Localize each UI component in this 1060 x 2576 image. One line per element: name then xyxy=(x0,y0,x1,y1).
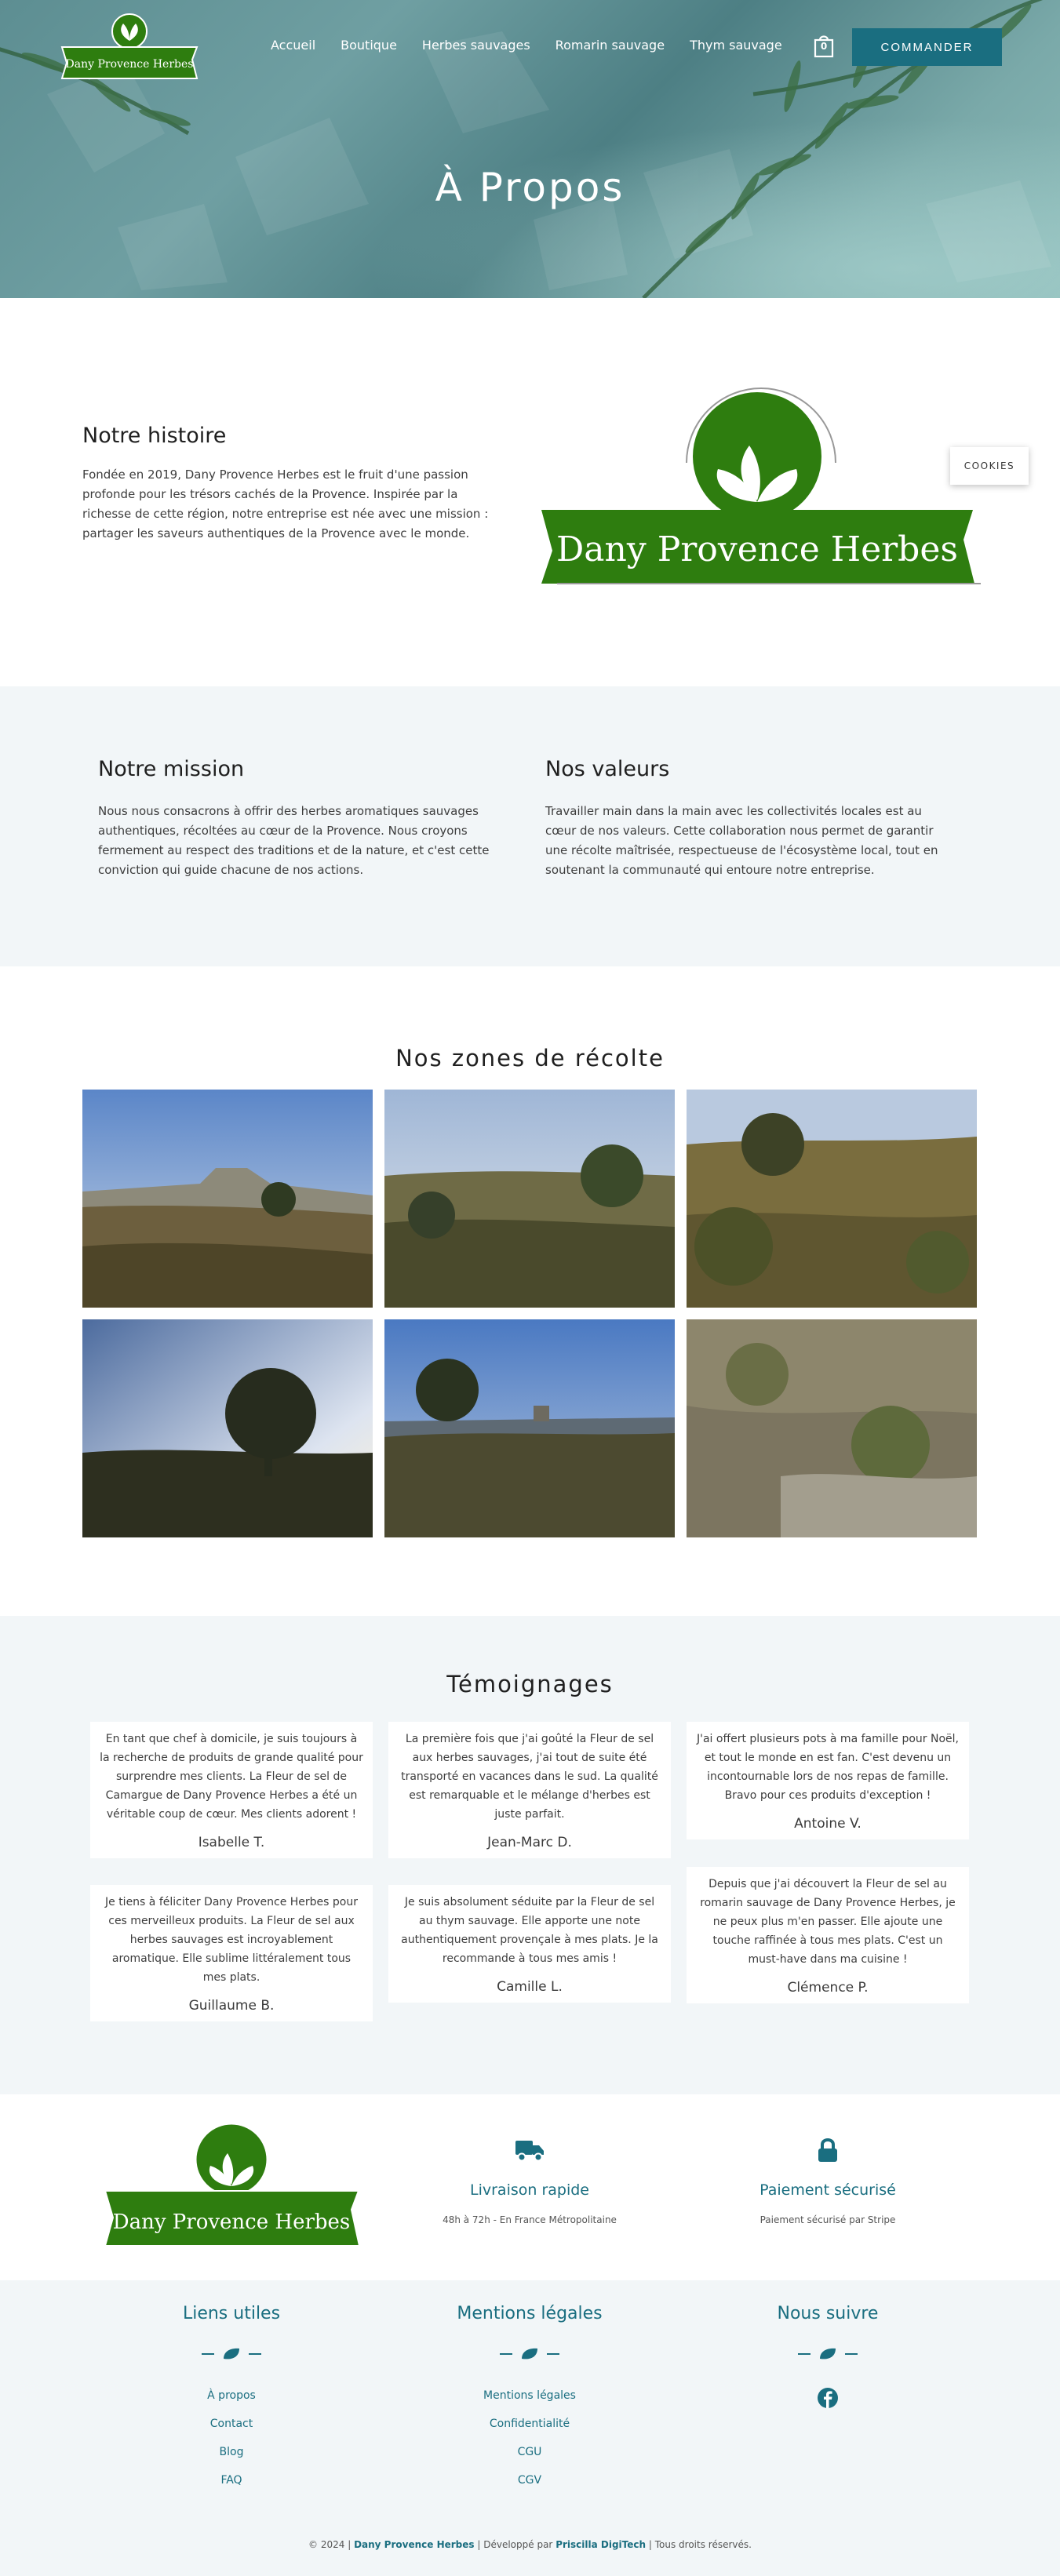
testimonial-text: Je suis absolument séduite par la Fleur … xyxy=(401,1896,658,1965)
payment-title: Paiement sécurisé xyxy=(759,2181,896,2199)
testimonial-author: Camille L. xyxy=(497,1979,563,1995)
leaf-divider-icon xyxy=(500,2348,559,2360)
harvest-photo-3[interactable] xyxy=(687,1090,977,1308)
useful-links-column: Liens utiles À propos Contact Blog FAQ xyxy=(98,2304,365,2502)
nav-menu: Accueil Boutique Herbes sauvages Romarin… xyxy=(271,38,807,53)
harvest-photo-5[interactable] xyxy=(384,1319,675,1537)
story-text: Fondée en 2019, Dany Provence Herbes est… xyxy=(82,468,489,540)
footer-link-confidentialite[interactable]: Confidentialité xyxy=(396,2418,663,2430)
testimonial-text: J'ai offert plusieurs pots à ma famille … xyxy=(696,1733,960,1802)
hero-banner: Dany Provence Herbes Accueil Boutique He… xyxy=(0,0,1060,298)
testimonial-author: Clémence P. xyxy=(787,1980,869,1996)
site-footer: Liens utiles À propos Contact Blog FAQ M… xyxy=(0,2280,1060,2576)
nav-link-thym-sauvage[interactable]: Thym sauvage xyxy=(690,38,782,53)
testimonial-card: J'ai offert plusieurs pots à ma famille … xyxy=(687,1722,969,1839)
testimonial-text: La première fois que j'ai goûté la Fleur… xyxy=(401,1733,658,1821)
footer-link-blog[interactable]: Blog xyxy=(98,2446,365,2458)
nav-link-boutique[interactable]: Boutique xyxy=(341,38,397,53)
features-section: Dany Provence Herbes Livraison rapide 48… xyxy=(0,2094,1060,2280)
values-title: Nos valeurs xyxy=(545,757,670,781)
values-text: Travailler main dans la main avec les co… xyxy=(545,804,938,877)
brand-logo-large: Dany Provence Herbes xyxy=(541,387,981,584)
legal-links-column: Mentions légales Mentions légales Confid… xyxy=(396,2304,663,2502)
testimonial-author: Isabelle T. xyxy=(198,1835,265,1850)
follow-column: Nous suivre xyxy=(694,2304,961,2408)
footer-link-cgv[interactable]: CGV xyxy=(396,2474,663,2487)
harvest-photo-2[interactable] xyxy=(384,1090,675,1308)
nav-link-accueil[interactable]: Accueil xyxy=(271,38,315,53)
zones-title: Nos zones de récolte xyxy=(395,1045,665,1072)
truck-icon xyxy=(515,2141,544,2162)
cookies-button[interactable]: COOKIES xyxy=(950,447,1029,485)
leaf-divider-icon xyxy=(202,2348,261,2360)
copyright: © 2024 | Dany Provence Herbes | Développ… xyxy=(308,2539,752,2550)
order-button[interactable]: COMMANDER xyxy=(852,28,1002,66)
harvest-photo-1[interactable] xyxy=(82,1090,373,1308)
page-title: À Propos xyxy=(435,165,625,210)
payment-feature: Paiement sécurisé Paiement sécurisé par … xyxy=(687,2138,969,2225)
footer-brand-logo: Dany Provence Herbes xyxy=(104,2122,361,2247)
footer-link-contact[interactable]: Contact xyxy=(98,2418,365,2430)
testimonials-section: Témoignages En tant que chef à domicile,… xyxy=(0,1616,1060,2094)
brand-link[interactable]: Dany Provence Herbes xyxy=(354,2539,474,2550)
footer-link-mentions-legales[interactable]: Mentions légales xyxy=(396,2389,663,2402)
mission-block: Notre mission Nous nous consacrons à off… xyxy=(98,757,498,880)
harvest-photo-6[interactable] xyxy=(687,1319,977,1537)
developer-link[interactable]: Priscilla DigiTech xyxy=(555,2539,646,2550)
payment-subtitle: Paiement sécurisé par Stripe xyxy=(759,2214,896,2225)
follow-title: Nous suivre xyxy=(777,2304,879,2323)
mission-text: Nous nous consacrons à offrir des herbes… xyxy=(98,804,490,877)
harvest-photo-4[interactable] xyxy=(82,1319,373,1537)
testimonial-text: Je tiens à féliciter Dany Provence Herbe… xyxy=(105,1896,358,1984)
svg-text:Dany Provence Herbes: Dany Provence Herbes xyxy=(556,529,958,569)
footer-link-a-propos[interactable]: À propos xyxy=(98,2389,365,2402)
cart-count: 0 xyxy=(820,41,828,52)
leaf-divider-icon xyxy=(798,2348,858,2360)
site-logo[interactable]: Dany Provence Herbes xyxy=(59,13,200,82)
testimonial-text: Depuis que j'ai découvert la Fleur de se… xyxy=(700,1878,956,1966)
testimonial-card: Depuis que j'ai découvert la Fleur de se… xyxy=(687,1867,969,2003)
testimonial-card: Je tiens à féliciter Dany Provence Herbe… xyxy=(90,1885,373,2021)
footer-link-faq[interactable]: FAQ xyxy=(98,2474,365,2487)
main-navigation: Dany Provence Herbes Accueil Boutique He… xyxy=(0,0,1060,94)
delivery-subtitle: 48h à 72h - En France Métropolitaine xyxy=(443,2214,617,2225)
testimonials-title: Témoignages xyxy=(446,1671,614,1697)
harvest-zones-section: Nos zones de récolte xyxy=(0,966,1060,1616)
legal-links-title: Mentions légales xyxy=(457,2304,603,2323)
testimonial-author: Jean-Marc D. xyxy=(487,1835,572,1850)
story-section: Notre histoire Fondée en 2019, Dany Prov… xyxy=(0,298,1060,686)
delivery-title: Livraison rapide xyxy=(470,2181,589,2199)
testimonial-card: En tant que chef à domicile, je suis tou… xyxy=(90,1722,373,1858)
facebook-icon[interactable] xyxy=(818,2388,838,2408)
useful-links-title: Liens utiles xyxy=(182,2304,281,2323)
footer-link-cgu[interactable]: CGU xyxy=(396,2446,663,2458)
values-block: Nos valeurs Travailler main dans la main… xyxy=(545,757,945,880)
testimonial-author: Antoine V. xyxy=(794,1816,861,1832)
mission-values-section: Notre mission Nous nous consacrons à off… xyxy=(0,686,1060,966)
cart-button[interactable]: 0 xyxy=(813,33,835,58)
mission-title: Notre mission xyxy=(98,757,245,781)
lock-icon xyxy=(818,2138,837,2162)
svg-text:Dany Provence Herbes: Dany Provence Herbes xyxy=(113,2210,351,2234)
testimonial-text: En tant que chef à domicile, je suis tou… xyxy=(100,1733,363,1821)
testimonial-author: Guillaume B. xyxy=(188,1998,275,2014)
nav-link-romarin-sauvage[interactable]: Romarin sauvage xyxy=(555,38,665,53)
testimonial-card: Je suis absolument séduite par la Fleur … xyxy=(388,1885,671,2003)
svg-text:Dany Provence Herbes: Dany Provence Herbes xyxy=(66,58,194,71)
nav-link-herbes-sauvages[interactable]: Herbes sauvages xyxy=(422,38,530,53)
delivery-feature: Livraison rapide 48h à 72h - En France M… xyxy=(388,2138,671,2225)
testimonial-card: La première fois que j'ai goûté la Fleur… xyxy=(388,1722,671,1858)
story-title: Notre histoire xyxy=(82,424,227,448)
